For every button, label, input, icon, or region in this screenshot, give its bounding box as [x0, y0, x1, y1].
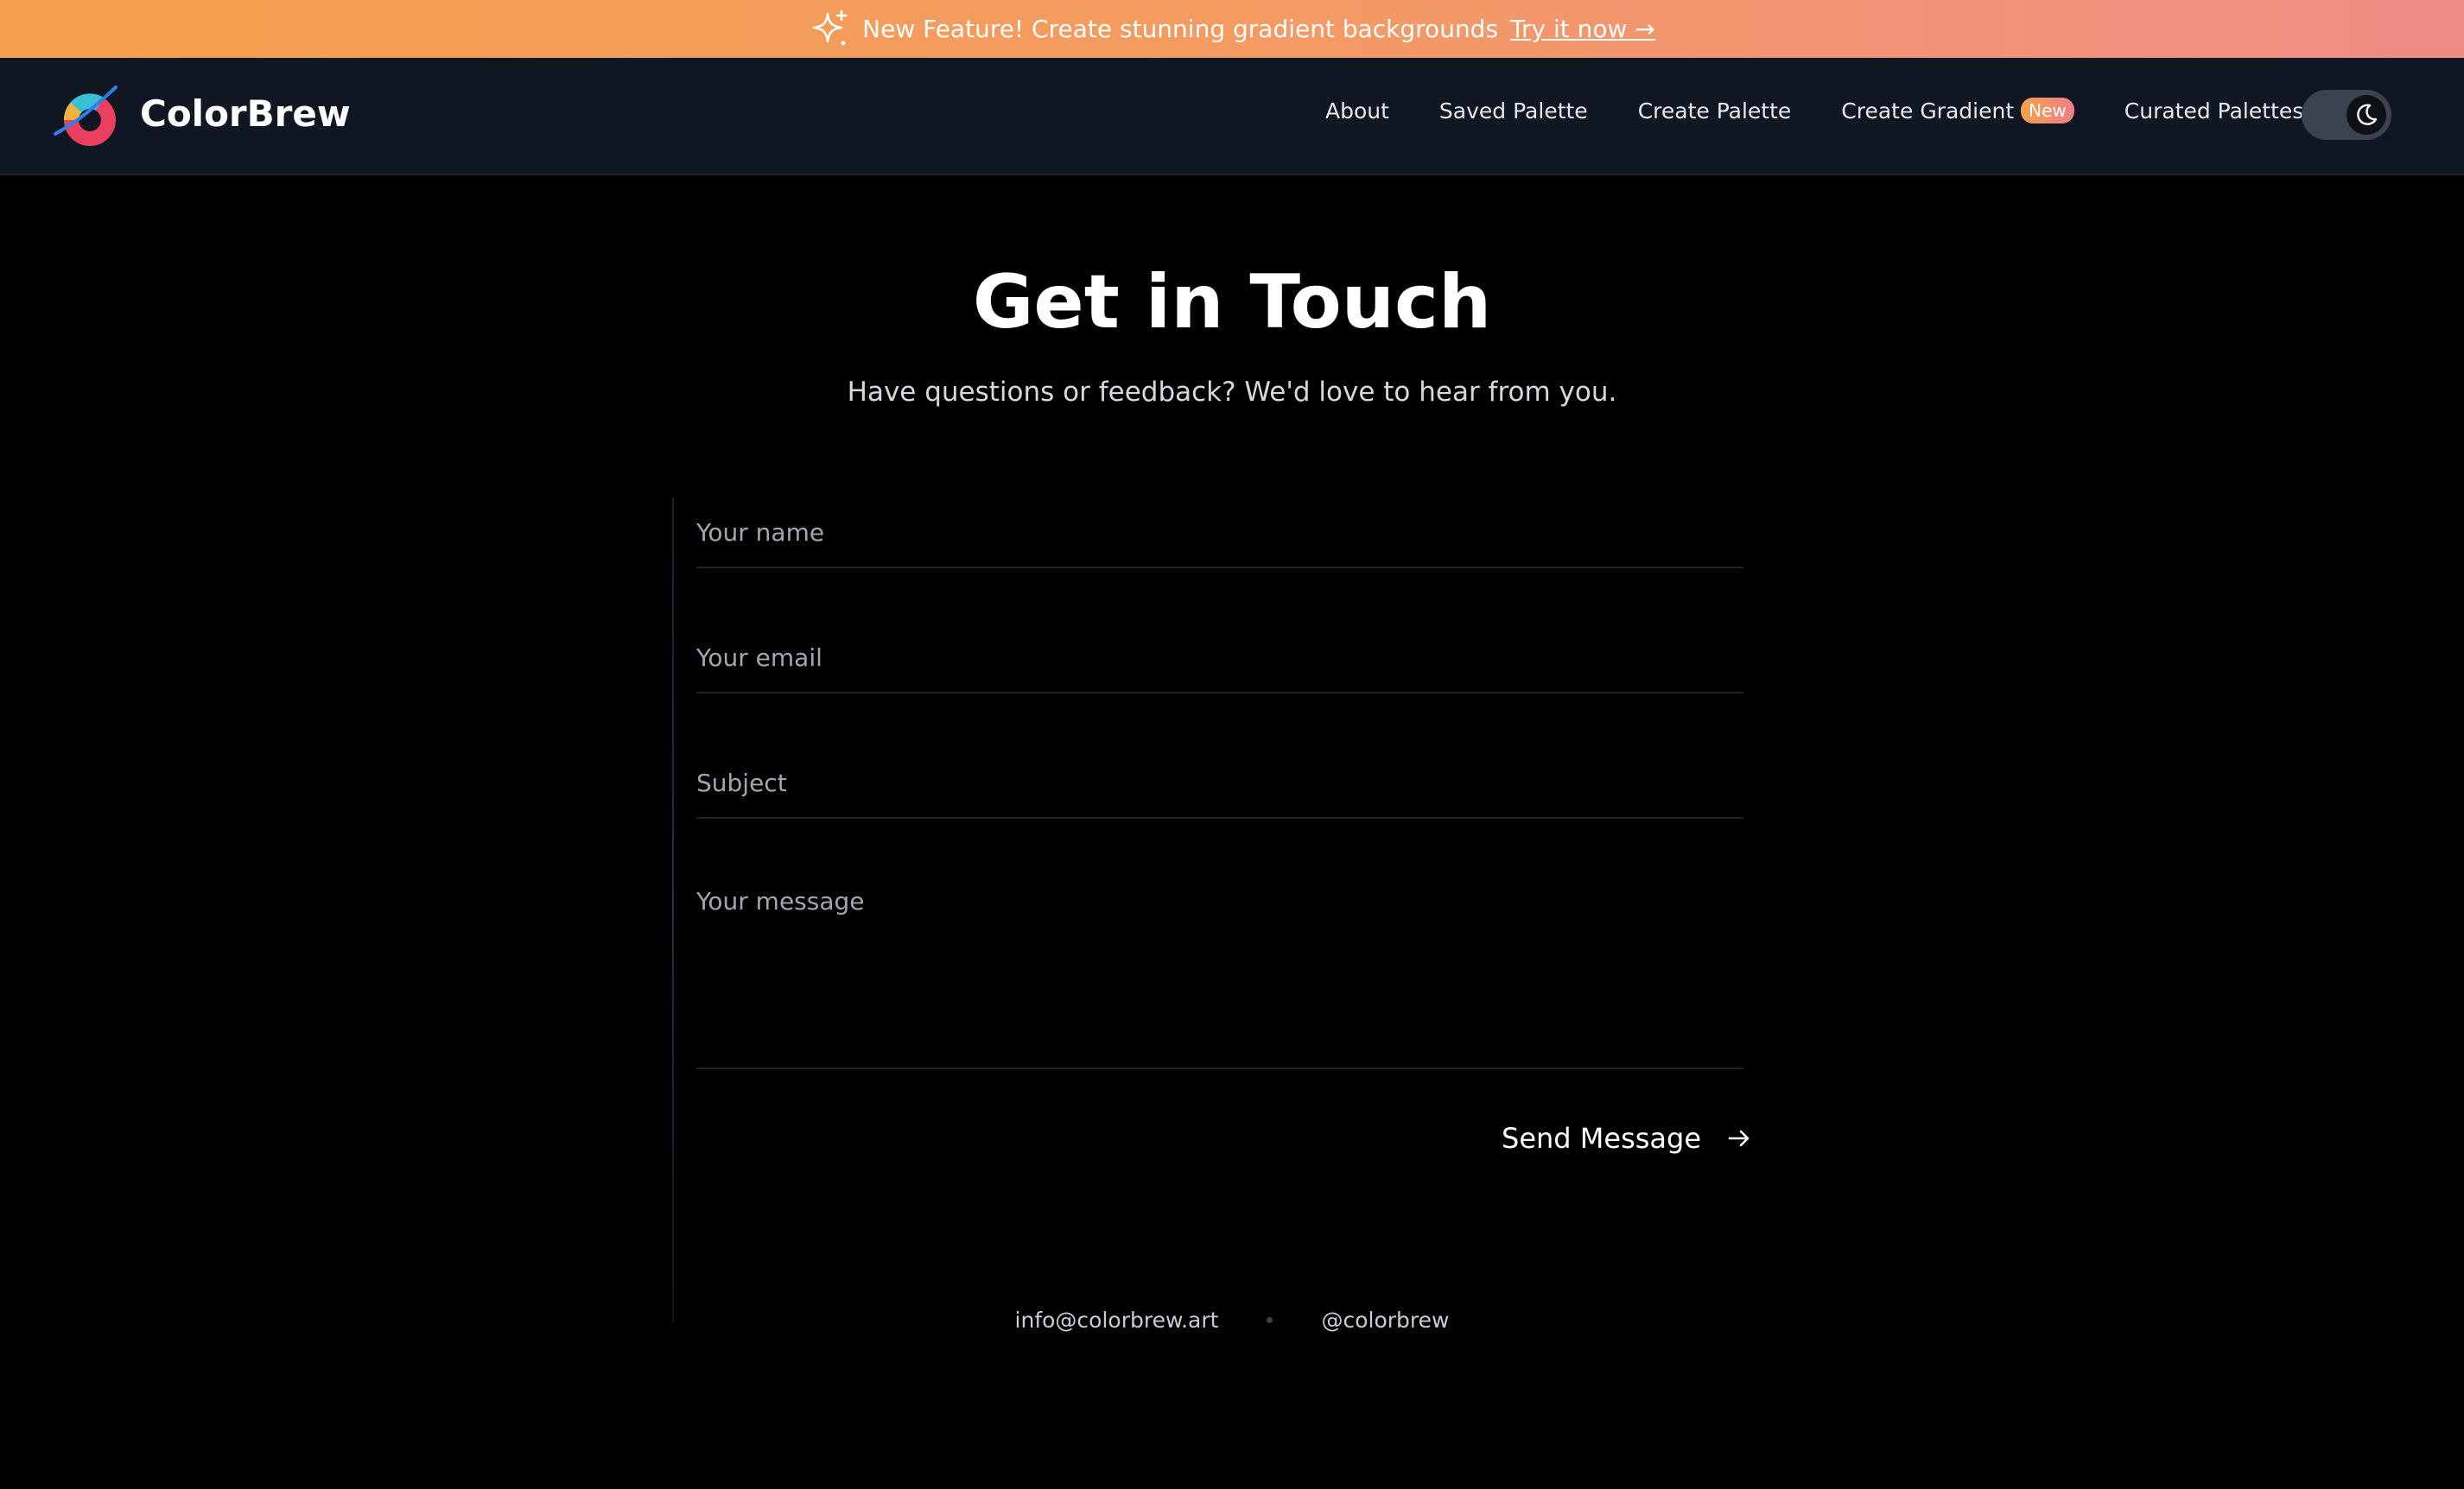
- page-subtitle: Have questions or feedback? We'd love to…: [847, 377, 1617, 408]
- nav-item-label: Curated Palettes: [2124, 98, 2304, 124]
- form-divider: [672, 497, 674, 1322]
- banner-cta-link[interactable]: Try it now →: [1510, 15, 1655, 43]
- colorbrew-logo[interactable]: [52, 82, 124, 155]
- nav-item-label: Create Palette: [1637, 98, 1792, 124]
- announcement-banner: New Feature! Create stunning gradient ba…: [0, 0, 2464, 58]
- contact-email-link[interactable]: info@colorbrew.art: [1015, 1308, 1219, 1333]
- nav-menu: About Saved Palette Create Palette Creat…: [1325, 98, 2303, 124]
- toggle-knob: [2347, 95, 2386, 135]
- brand-name[interactable]: ColorBrew: [140, 92, 351, 135]
- top-nav: ColorBrew About Saved Palette Create Pal…: [0, 58, 2464, 175]
- nav-item-label: About: [1325, 98, 1389, 124]
- contact-links: info@colorbrew.art @colorbrew: [0, 1308, 2464, 1333]
- page-title: Get in Touch: [972, 259, 1492, 345]
- separator-dot: [1267, 1317, 1273, 1323]
- message-textarea[interactable]: [696, 874, 1743, 1069]
- theme-toggle[interactable]: [2302, 90, 2391, 140]
- nav-item-create-gradient[interactable]: Create Gradient New: [1841, 98, 2074, 124]
- nav-item-about[interactable]: About: [1325, 98, 1389, 124]
- nav-item-curated-palettes[interactable]: Curated Palettes: [2124, 98, 2304, 124]
- nav-item-label: Saved Palette: [1438, 98, 1588, 124]
- name-input[interactable]: [696, 497, 1743, 568]
- moon-icon: [2357, 104, 2378, 125]
- email-input[interactable]: [696, 623, 1743, 694]
- social-handle-link[interactable]: @colorbrew: [1321, 1308, 1449, 1333]
- new-badge: New: [2021, 98, 2074, 124]
- arrow-right-icon: [1728, 1130, 1750, 1147]
- nav-item-saved-palette[interactable]: Saved Palette: [1439, 98, 1588, 124]
- banner-text: New Feature! Create stunning gradient ba…: [862, 15, 1499, 43]
- send-message-button[interactable]: Send Message: [1502, 1118, 1753, 1159]
- sparkle-icon: [812, 10, 848, 45]
- nav-item-create-palette[interactable]: Create Palette: [1638, 98, 1792, 124]
- subject-input[interactable]: [696, 748, 1743, 819]
- nav-item-label: Create Gradient: [1841, 98, 2015, 124]
- send-message-label: Send Message: [1502, 1122, 1702, 1155]
